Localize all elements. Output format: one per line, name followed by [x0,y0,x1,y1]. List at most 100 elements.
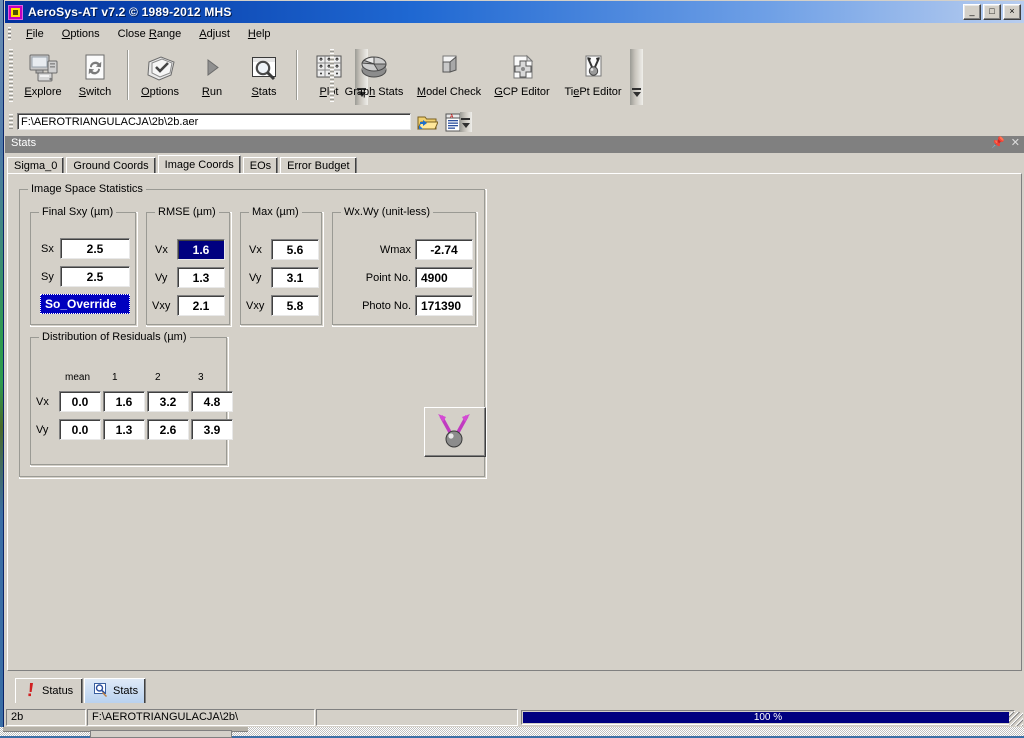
open-folder-icon[interactable] [416,113,439,132]
model-check-icon [432,52,466,84]
bottom-tab-label-status: Status [42,685,74,697]
tab-error-budget[interactable]: Error Budget [280,157,357,174]
toolbar-button-explore[interactable]: Explore [17,48,69,106]
path-bar: F:\AEROTRIANGULACJA\2b\2b.aer A [5,110,1024,134]
tab-strip: Sigma_0 Ground Coords Image Coords EOs E… [7,155,359,174]
toolbar-button-options[interactable]: Options [134,48,186,106]
field-sx[interactable]: 2.5 [60,238,130,259]
field-rmse-vy[interactable]: 1.3 [177,267,225,288]
field-dist-vy-mean[interactable]: 0.0 [59,419,101,440]
field-dist-vx-2[interactable]: 3.2 [147,391,189,412]
field-max-vxy[interactable]: 5.8 [271,295,319,316]
application-window: AeroSys-AT v7.2 © 1989-2012 MHS _ □ × Fi… [3,0,1024,736]
label-photo-no: Photo No. [362,300,411,312]
tab-eos[interactable]: EOs [242,157,279,174]
group-final-sxy: Final Sxy (µm) Sx 2.5 Sy 2.5 So_Override [30,206,138,327]
field-dist-vx-3[interactable]: 4.8 [191,391,233,412]
toolbar-label-model-check: Model Check [416,86,482,98]
minimize-button[interactable]: _ [963,4,981,20]
app-icon[interactable] [8,4,23,20]
field-rmse-vxy[interactable]: 2.1 [177,295,225,316]
menu-bar: File Options Close Range Adjust Help [5,24,1024,44]
field-max-vx[interactable]: 5.6 [271,239,319,260]
label-max-vx: Vx [249,244,262,256]
menu-item-help[interactable]: Help [239,26,280,42]
field-photo-no[interactable]: 171390 [415,295,473,316]
field-wmax[interactable]: -2.74 [415,239,473,260]
toolbar-label-stats: Stats [251,86,277,98]
group-distribution-of-residuals: Distribution of Residuals (µm) mean 1 2 … [30,331,233,467]
tiept-editor-picture-button[interactable] [424,407,486,457]
toolbar-button-tiept-editor[interactable]: TiePt Editor [556,48,630,106]
close-button[interactable]: × [1003,4,1021,20]
group-title-rmse: RMSE (µm) [155,206,219,218]
menu-item-file[interactable]: File [17,26,53,42]
dist-row-label-vy: Vy [36,424,49,436]
menu-item-close-range[interactable]: Close Range [109,26,191,42]
group-title-final-sxy: Final Sxy (µm) [39,206,117,218]
close-icon[interactable]: ✕ [1011,136,1020,149]
field-dist-vy-2[interactable]: 2.6 [147,419,189,440]
stats-docked-panel: Stats 📌 ✕ Sigma_0 Ground Coords Image Co… [5,136,1024,674]
window-title: AeroSys-AT v7.2 © 1989-2012 MHS [28,5,232,19]
field-dist-vy-3[interactable]: 3.9 [191,419,233,440]
toolbar-button-run[interactable]: Run [186,48,238,106]
path-bar-grip[interactable] [9,114,13,130]
tab-sigma-0[interactable]: Sigma_0 [7,157,65,174]
toolbar-grip-2[interactable] [330,49,334,103]
toolbar-button-model-check[interactable]: Model Check [410,48,488,106]
so-override-label[interactable]: So_Override [40,294,130,314]
group-image-space-statistics: Image Space Statistics Final Sxy (µm) Sx… [19,183,487,479]
bottom-tab-status[interactable]: Status [15,678,83,703]
toolbar-label-options: Options [141,86,179,98]
menu-grip[interactable] [8,27,11,41]
field-dist-vy-1[interactable]: 1.3 [103,419,145,440]
bottom-tab-label-stats: Stats [113,685,139,697]
field-rmse-vx[interactable]: 1.6 [177,239,225,260]
pin-icon[interactable]: 📌 [991,136,1005,149]
field-dist-vx-mean[interactable]: 0.0 [59,391,101,412]
path-overflow-chevron[interactable] [460,112,472,132]
toolbar-button-gcp-editor[interactable]: GCP Editor [488,48,556,106]
window-controls: _ □ × [963,4,1021,20]
toolbar-button-switch[interactable]: Switch [69,48,121,106]
toolbar-label-run: Run [201,86,223,98]
field-max-vy[interactable]: 3.1 [271,267,319,288]
toolbar-label-gcp-editor: GCP Editor [494,86,550,98]
toolbar-overflow-chevron-2[interactable] [630,49,643,105]
menu-item-adjust[interactable]: Adjust [190,26,239,42]
exclamation-icon [25,682,37,700]
label-sx: Sx [41,243,54,255]
menu-item-options[interactable]: Options [53,26,109,42]
progress-bar: 100 % [521,710,1015,725]
play-run-icon [195,52,229,84]
toolbar-separator-2 [296,50,297,100]
tab-ground-coords[interactable]: Ground Coords [66,157,156,174]
panel-caption-bar: Stats 📌 ✕ [5,136,1024,153]
field-dist-vx-1[interactable]: 1.6 [103,391,145,412]
computer-explore-icon [26,52,60,84]
group-wxwy: Wx.Wy (unit-less) Wmax -2.74 Point No. 4… [332,206,478,327]
toolbar-button-graph-stats[interactable]: Graph Stats [338,48,410,106]
bottom-tab-stats[interactable]: Stats [84,678,146,703]
dist-header-3: 3 [198,372,204,383]
label-point-no: Point No. [365,272,411,284]
dist-header-2: 2 [155,372,161,383]
checklist-options-icon [143,52,177,84]
label-rmse-vxy: Vxy [152,300,171,312]
label-max-vy: Vy [249,272,262,284]
tab-image-coords[interactable]: Image Coords [157,155,241,174]
maximize-button[interactable]: □ [983,4,1001,20]
label-rmse-vy: Vy [155,272,168,284]
field-point-no[interactable]: 4900 [415,267,473,288]
label-wmax: Wmax [379,244,411,256]
toolbar-grip-1[interactable] [9,49,13,103]
group-title-max: Max (µm) [249,206,302,218]
toolbar-button-stats[interactable]: Stats [238,48,290,106]
toolbar-separator-1 [127,50,128,100]
label-rmse-vx: Vx [155,244,168,256]
tiepoint-icon [576,52,610,84]
resize-grip[interactable] [1009,712,1023,726]
project-path-input[interactable]: F:\AEROTRIANGULACJA\2b\2b.aer [17,113,411,130]
field-sy[interactable]: 2.5 [60,266,130,287]
